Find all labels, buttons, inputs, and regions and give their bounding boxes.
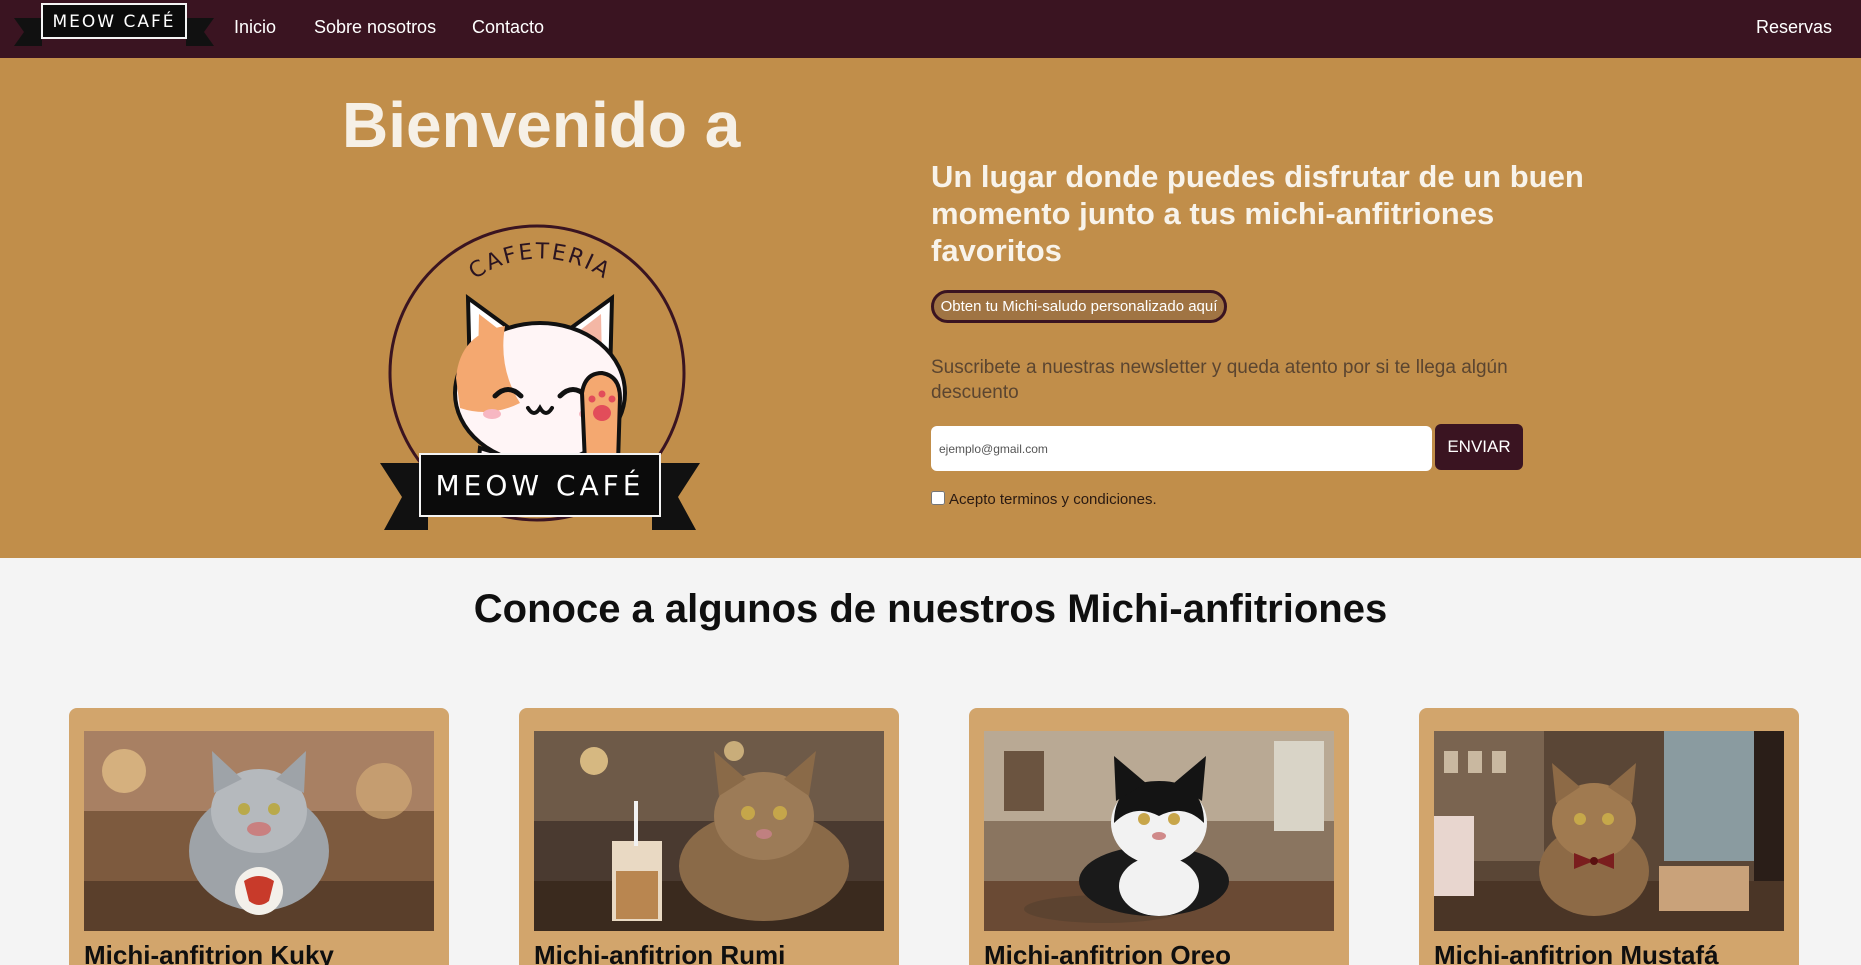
brand-logo-text: MEOW CAFÉ xyxy=(52,10,175,32)
host-card[interactable]: Michi-anfitrion Mustafá xyxy=(1419,708,1799,965)
host-name-rumi: Michi-anfitrion Rumi xyxy=(534,940,786,965)
email-input[interactable] xyxy=(931,426,1432,471)
host-photo-rumi xyxy=(534,731,884,931)
michi-greeting-button[interactable]: Obten tu Michi-saludo personalizado aquí xyxy=(931,290,1227,323)
hero-section: Bienvenido a CAFETERIA MEOW CAFÉ Un luga… xyxy=(0,58,1861,558)
hero-title: Bienvenido a xyxy=(342,89,741,161)
nav-inicio[interactable]: Inicio xyxy=(234,17,276,38)
host-card[interactable]: Michi-anfitrion Oreo xyxy=(969,708,1349,965)
nav-contacto[interactable]: Contacto xyxy=(472,17,544,38)
navbar: MEOW CAFÉ Inicio Sobre nosotros Contacto… xyxy=(0,0,1861,58)
host-card[interactable]: Michi-anfitrion Rumi xyxy=(519,708,899,965)
host-name-kuky: Michi-anfitrion Kuky xyxy=(84,940,334,965)
newsletter-text: Suscribete a nuestras newsletter y queda… xyxy=(931,357,1508,403)
host-photo-mustafa xyxy=(1434,731,1784,931)
host-name-oreo: Michi-anfitrion Oreo xyxy=(984,940,1231,965)
send-button[interactable]: ENVIAR xyxy=(1435,424,1523,470)
host-card[interactable]: Michi-anfitrion Kuky xyxy=(69,708,449,965)
cafe-logo: CAFETERIA MEOW CAFÉ xyxy=(380,218,700,530)
host-photo-oreo xyxy=(984,731,1334,931)
nav-reservas[interactable]: Reservas xyxy=(1756,17,1832,38)
host-name-mustafa: Michi-anfitrion Mustafá xyxy=(1434,940,1719,965)
nav-sobre-nosotros[interactable]: Sobre nosotros xyxy=(314,17,436,38)
logo-ribbon-text: MEOW CAFÉ xyxy=(436,468,645,502)
hosts-section-title: Conoce a algunos de nuestros Michi-anfit… xyxy=(473,587,1388,631)
hero-tagline: Un lugar donde puedes disfrutar de un bu… xyxy=(931,159,1584,268)
terms-label: Acepto terminos y condiciones. xyxy=(949,491,1157,508)
brand-logo[interactable]: MEOW CAFÉ xyxy=(14,2,214,46)
host-photo-kuky xyxy=(84,731,434,931)
logo-arc-text: CAFETERIA xyxy=(465,239,616,284)
terms-checkbox[interactable] xyxy=(931,491,945,505)
